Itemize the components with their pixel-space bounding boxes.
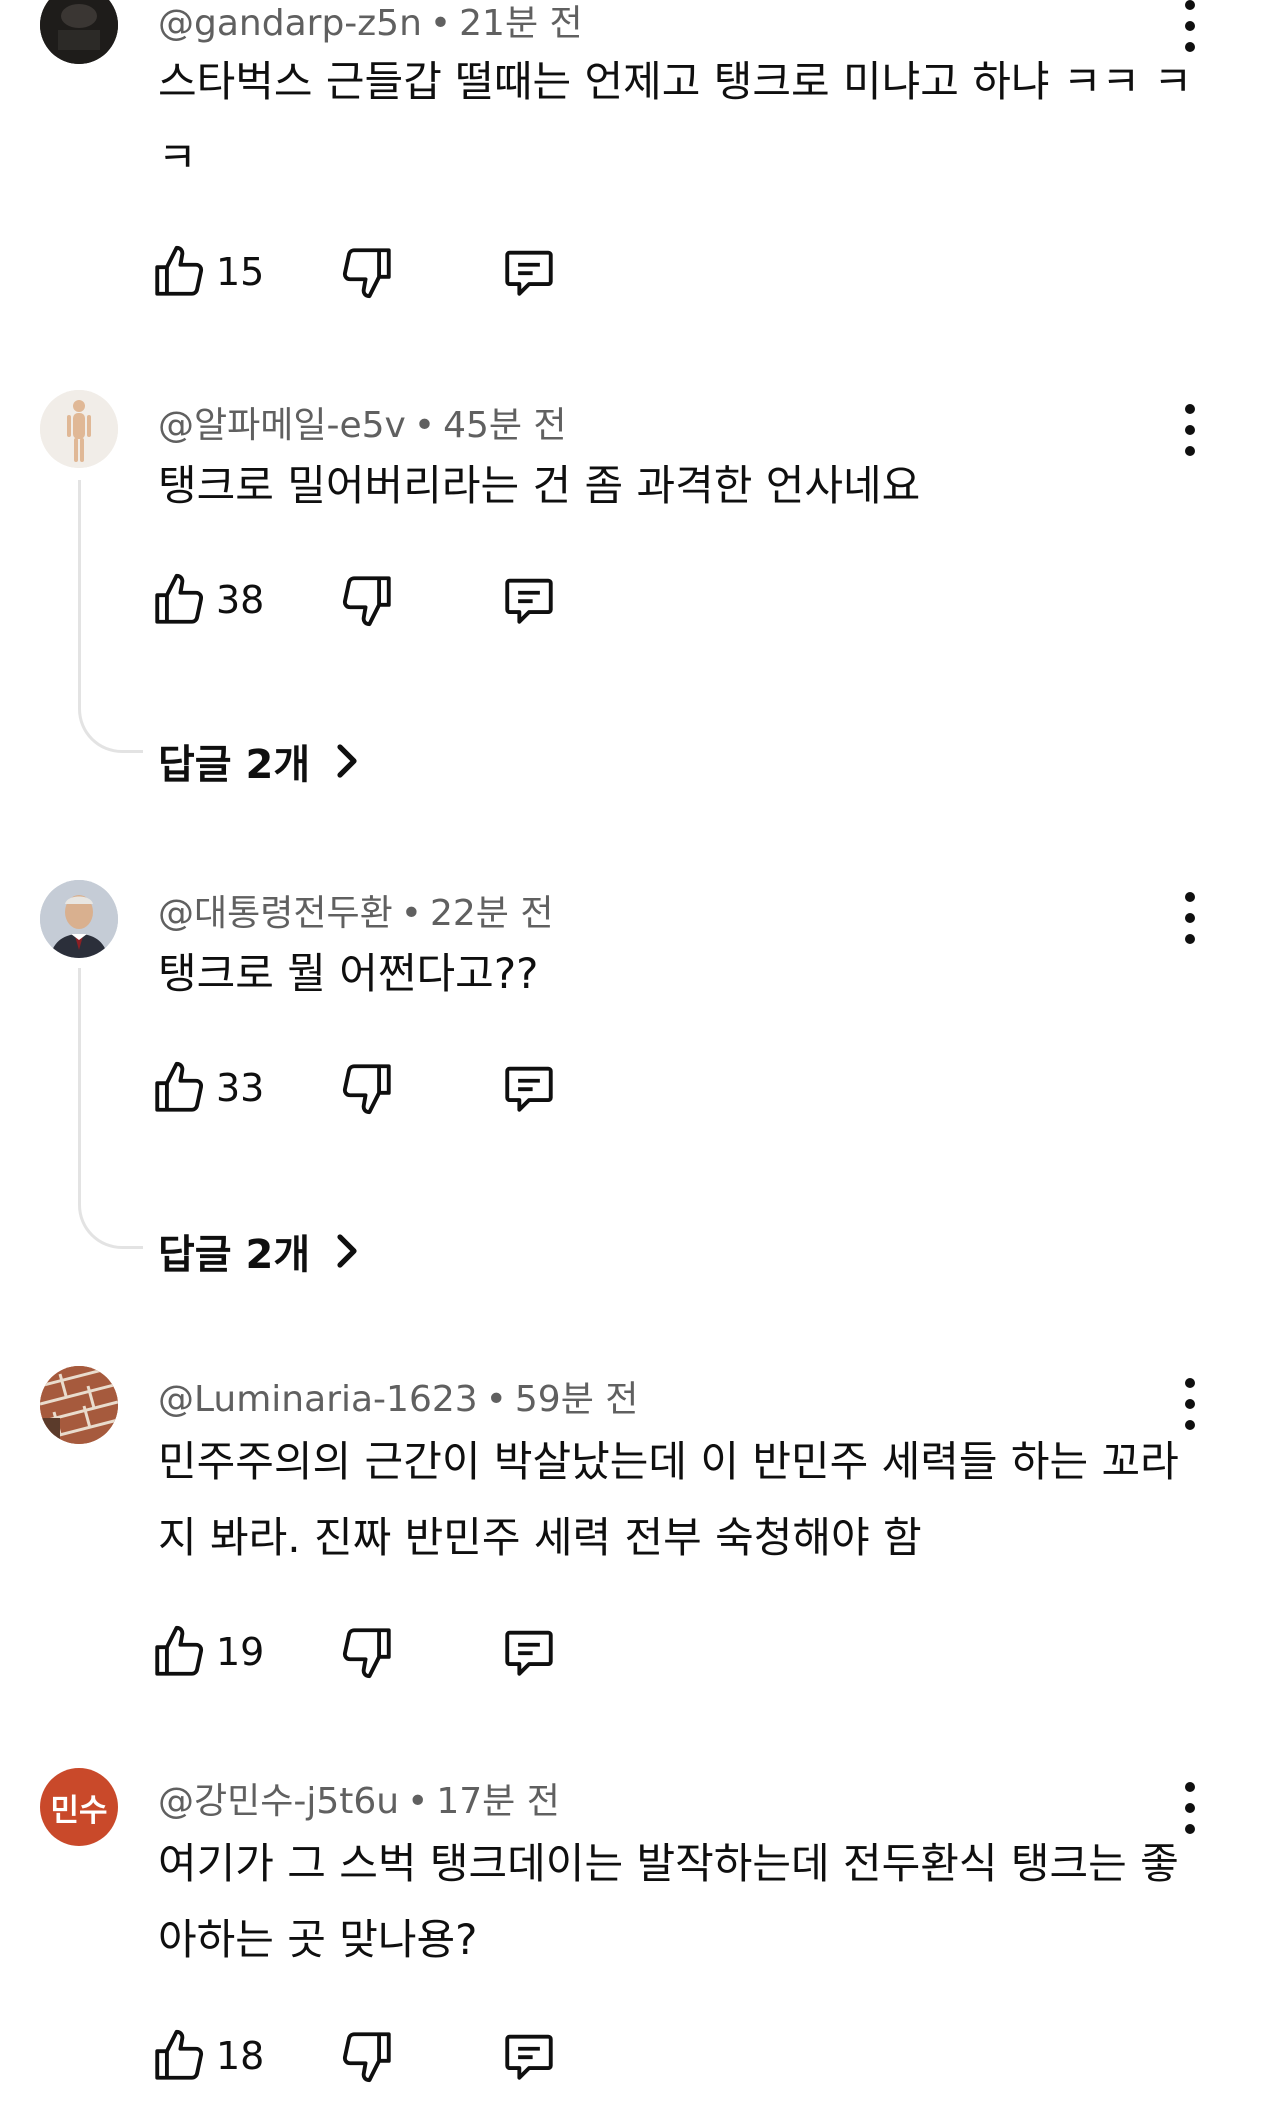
- comment-header: @강민수-j5t6u • 17분 전: [158, 1781, 560, 1822]
- dislike-button[interactable]: [338, 568, 396, 632]
- thumbs-up-icon: [155, 245, 204, 296]
- reply-button[interactable]: [500, 240, 558, 304]
- comment-reply-icon: [505, 2034, 553, 2080]
- reply-button[interactable]: [500, 1620, 558, 1684]
- timestamp[interactable]: 22분 전: [430, 893, 554, 934]
- dislike-button[interactable]: [338, 2024, 396, 2088]
- author-handle[interactable]: @대통령전두환: [158, 893, 393, 934]
- author-handle[interactable]: @강민수-j5t6u: [158, 1781, 399, 1822]
- avatar[interactable]: 민수: [40, 1768, 118, 1846]
- comment-header: @Luminaria-1623 • 59분 전: [158, 1379, 639, 1420]
- dislike-button[interactable]: [338, 1620, 396, 1684]
- avatar[interactable]: [40, 390, 118, 468]
- thumbs-down-icon: [342, 576, 391, 627]
- timestamp[interactable]: 45분 전: [443, 405, 567, 446]
- timestamp[interactable]: 59분 전: [515, 1379, 639, 1420]
- more-vertical-icon[interactable]: [1178, 1378, 1202, 1430]
- avatar[interactable]: [40, 0, 118, 64]
- comment-text: 탱크로 밀어버리라는 건 좀 과격한 언사네요: [158, 461, 921, 510]
- more-vertical-icon[interactable]: [1178, 1782, 1202, 1834]
- thumbs-down-icon: [342, 1628, 391, 1679]
- like-count: 33: [216, 1066, 265, 1110]
- comment-text: 민주주의의 근간이 박살났는데 이 반민주 세력들 하는 꼬라지 봐라. 진짜 …: [158, 1437, 1179, 1562]
- reply-button[interactable]: [500, 568, 558, 632]
- like-button[interactable]: 33: [150, 1056, 264, 1120]
- dislike-button[interactable]: [338, 1056, 396, 1120]
- chevron-right-icon: [337, 744, 357, 778]
- comment-text: 여기가 그 스벅 탱크데이는 발작하는데 전두환식 탱크는 좋아하는 곳 맞나용…: [158, 1839, 1179, 1964]
- like-button[interactable]: 19: [150, 1620, 264, 1684]
- comment-header: @대통령전두환 • 22분 전: [158, 893, 554, 934]
- author-handle[interactable]: @gandarp-z5n: [158, 3, 422, 44]
- thumbs-up-icon: [155, 1625, 204, 1676]
- comment-text: 탱크로 뭘 어쩐다고??: [158, 949, 539, 998]
- view-replies-button[interactable]: 답글 2개: [158, 1222, 362, 1280]
- comment-header: @gandarp-z5n • 21분 전: [158, 3, 583, 44]
- replies-count-label: 답글 2개: [158, 742, 311, 788]
- comment-text: 스타벅스 근들갑 떨때는 언제고 탱크로 미냐고 하냐 ㅋㅋ ㅋㅋ: [158, 57, 1193, 182]
- avatar[interactable]: [40, 880, 118, 958]
- thread-connector: [78, 968, 143, 1249]
- like-button[interactable]: 18: [150, 2024, 264, 2088]
- like-count: 18: [216, 2034, 265, 2078]
- reply-button[interactable]: [500, 2024, 558, 2088]
- like-count: 19: [216, 1630, 265, 1674]
- timestamp[interactable]: 17분 전: [436, 1781, 560, 1822]
- author-handle[interactable]: @Luminaria-1623: [158, 1379, 478, 1420]
- more-vertical-icon[interactable]: [1178, 404, 1202, 456]
- thumbs-up-icon: [155, 573, 204, 624]
- like-button[interactable]: 38: [150, 568, 264, 632]
- reply-button[interactable]: [500, 1056, 558, 1120]
- comment-header: @알파메일-e5v • 45분 전: [158, 405, 567, 446]
- more-vertical-icon[interactable]: [1178, 892, 1202, 944]
- replies-count-label: 답글 2개: [158, 1232, 311, 1278]
- comment-reply-icon: [505, 1066, 553, 1112]
- dislike-button[interactable]: [338, 240, 396, 304]
- thumbs-down-icon: [342, 2032, 391, 2083]
- like-count: 38: [216, 578, 265, 622]
- comment-reply-icon: [505, 250, 553, 296]
- comment-reply-icon: [505, 1630, 553, 1676]
- avatar[interactable]: [40, 1366, 118, 1444]
- thumbs-down-icon: [342, 248, 391, 299]
- like-button[interactable]: 15: [150, 240, 264, 304]
- view-replies-button[interactable]: 답글 2개: [158, 732, 362, 790]
- author-handle[interactable]: @알파메일-e5v: [158, 405, 406, 446]
- more-vertical-icon[interactable]: [1178, 0, 1202, 52]
- thread-connector: [78, 480, 143, 753]
- thumbs-up-icon: [155, 1061, 204, 1112]
- chevron-right-icon: [337, 1234, 357, 1268]
- comment-reply-icon: [505, 578, 553, 624]
- thumbs-up-icon: [155, 2029, 204, 2080]
- like-count: 15: [216, 250, 265, 294]
- timestamp[interactable]: 21분 전: [459, 3, 583, 44]
- thumbs-down-icon: [342, 1064, 391, 1115]
- avatar-initials: 민수: [50, 1792, 108, 1829]
